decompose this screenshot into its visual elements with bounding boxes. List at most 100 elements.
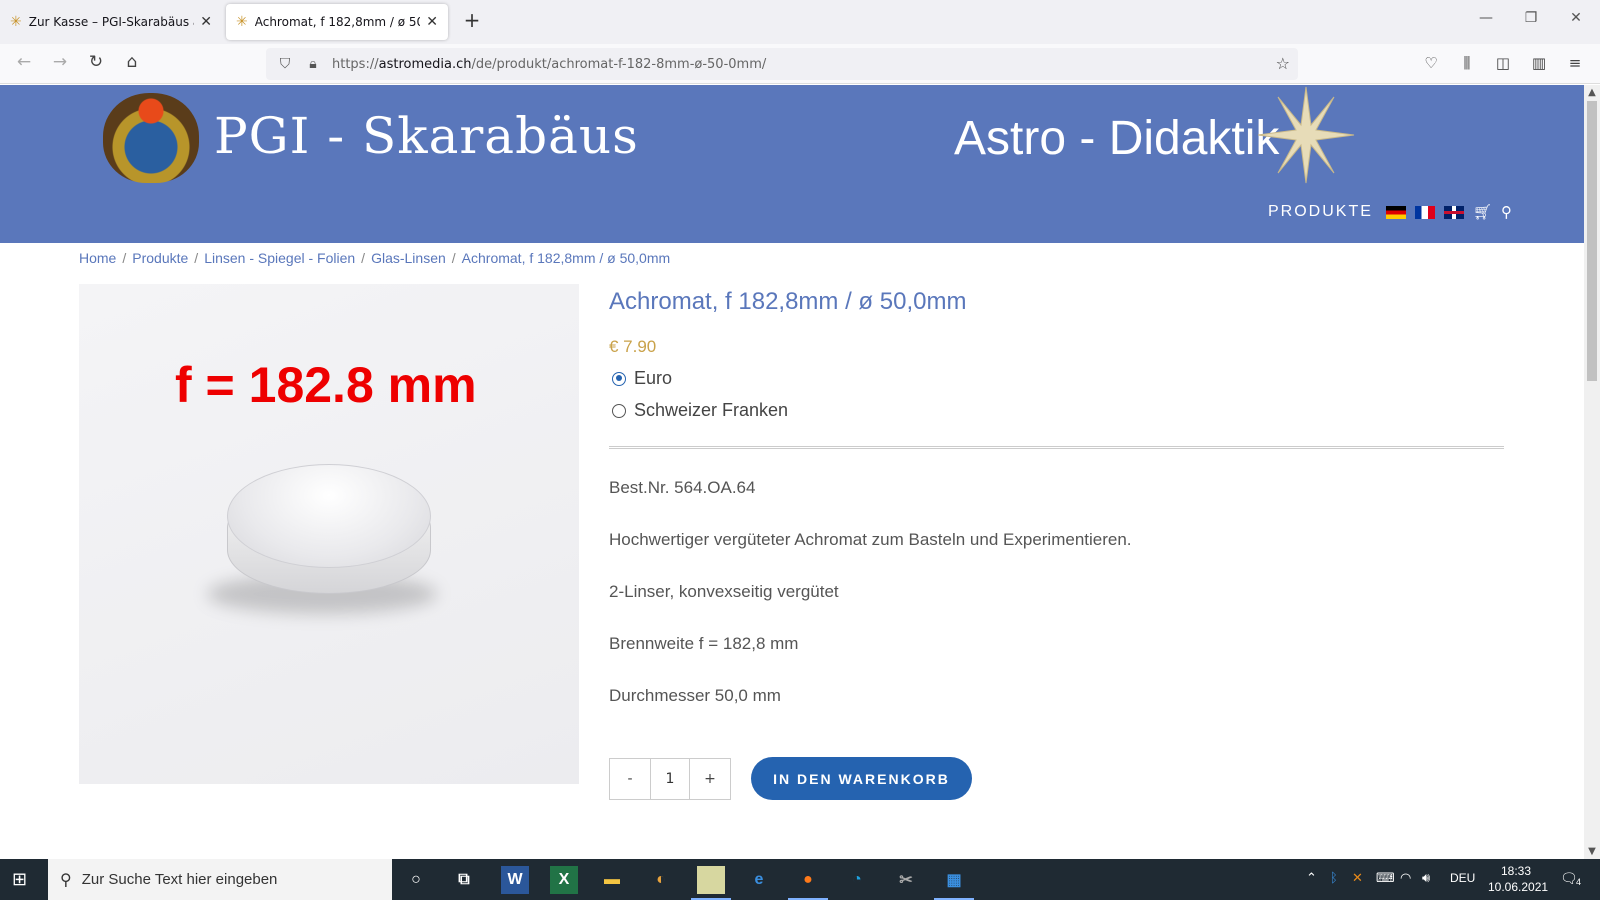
star-favicon-icon: ✳	[10, 14, 22, 30]
add-to-cart-button[interactable]: IN DEN WARENKORB	[751, 757, 972, 800]
breadcrumb-separator: /	[194, 250, 199, 266]
breadcrumb-produkte[interactable]: Produkte	[132, 250, 188, 266]
breadcrumb-current: Achromat, f 182,8mm / ø 50,0mm	[461, 250, 671, 266]
tray-app-icon[interactable]: ✕	[1352, 871, 1363, 886]
volume-icon[interactable]: 🔊︎	[1422, 871, 1430, 886]
bluetooth-icon[interactable]: ᛒ	[1330, 871, 1338, 886]
breadcrumb-separator: /	[451, 250, 456, 266]
folder-icon[interactable]: ▬	[598, 866, 626, 894]
breadcrumb-separator: /	[122, 250, 127, 266]
window-close-icon[interactable]: ✕	[1566, 10, 1586, 26]
sidebar-icon[interactable]: ◫	[1492, 54, 1514, 72]
product-price: € 7.90	[609, 337, 657, 356]
reload-icon[interactable]: ↻	[84, 52, 108, 72]
minimize-icon[interactable]: —	[1476, 10, 1496, 26]
menu-item-produkte[interactable]: PRODUKTE	[1268, 203, 1373, 221]
tab-title: Zur Kasse – PGI-Skarabäus and Astro	[28, 15, 195, 29]
shield-icon[interactable]: ⛉	[276, 56, 294, 72]
image-focal-label: f = 182.8 mm	[175, 357, 477, 413]
pocket-icon[interactable]: ♡	[1420, 54, 1442, 72]
scrollbar-thumb[interactable]	[1587, 101, 1597, 381]
order-number: Best.Nr. 564.OA.64	[609, 478, 756, 497]
excel-icon[interactable]: X	[550, 866, 578, 894]
site-logo-text[interactable]: PGI - Skarabäus	[214, 107, 639, 165]
main-menu: PRODUKTE 🛒︎ ⚲	[1268, 203, 1512, 221]
product-image[interactable]: f = 182.8 mm	[79, 284, 579, 784]
diameter: Durchmesser 50,0 mm	[609, 686, 781, 705]
lens-top	[227, 464, 431, 568]
language-indicator[interactable]: DEU	[1450, 871, 1475, 885]
cortana-icon[interactable]: ○	[402, 866, 430, 894]
breadcrumb-separator: /	[361, 250, 366, 266]
scarab-logo-icon[interactable]	[103, 93, 199, 183]
forward-icon[interactable]: →	[48, 52, 72, 72]
product-description: Hochwertiger vergüteter Achromat zum Bas…	[609, 530, 1132, 549]
tab-title: Achromat, f 182,8mm / ø 50,0mm	[254, 15, 421, 29]
tab-bar: ✳ Zur Kasse – PGI-Skarabäus and Astro ✕ …	[0, 0, 1600, 44]
french-flag-icon[interactable]	[1414, 205, 1435, 219]
uk-flag-icon[interactable]	[1443, 205, 1464, 219]
edge-icon[interactable]: ◔	[843, 866, 871, 894]
radio-unselected[interactable]	[612, 403, 626, 418]
quantity-minus-button[interactable]: -	[610, 759, 650, 799]
search-icon: ⚲	[60, 870, 72, 889]
windows-start-icon[interactable]: ⊞	[12, 869, 27, 890]
breadcrumb-home[interactable]: Home	[79, 250, 116, 266]
tab-product[interactable]: ✳ Achromat, f 182,8mm / ø 50,0mm ✕	[226, 4, 448, 40]
calculator-icon[interactable]: ▦	[934, 866, 974, 900]
star-favicon-icon: ✳	[236, 14, 248, 30]
navigation-bar: ← → ↻ ⌂ ⛉ 🔒︎ https://astromedia.ch/de/pr…	[0, 44, 1600, 84]
pgi-app-icon[interactable]	[691, 866, 731, 900]
scroll-up-icon[interactable]: ▲	[1584, 87, 1600, 98]
back-icon[interactable]: ←	[12, 52, 36, 72]
clock-time: 18:33	[1500, 864, 1532, 878]
search-icon[interactable]: ⚲	[1501, 203, 1512, 221]
quantity-plus-button[interactable]: +	[690, 759, 730, 799]
scroll-down-icon[interactable]: ▼	[1584, 846, 1600, 857]
quantity-stepper: - 1 +	[609, 758, 731, 800]
tray-chevron-icon[interactable]: ⌃	[1306, 871, 1317, 886]
plus-icon[interactable]: +	[460, 8, 484, 32]
radio-selected[interactable]	[612, 371, 626, 386]
tool-icon[interactable]: ✂	[892, 866, 920, 894]
tab-checkout[interactable]: ✳ Zur Kasse – PGI-Skarabäus and Astro ✕	[0, 4, 222, 40]
notification-count: 4	[1576, 877, 1582, 887]
breadcrumb-linsen[interactable]: Linsen - Spiegel - Folien	[204, 250, 355, 266]
currency-option-chf[interactable]: Schweizer Franken	[612, 400, 788, 421]
currency-label: Euro	[634, 368, 673, 388]
close-icon[interactable]: ✕	[426, 14, 438, 30]
menu-icon[interactable]: ≡	[1564, 54, 1586, 72]
cart-icon[interactable]: 🛒︎	[1473, 203, 1492, 221]
currency-label: Schweizer Franken	[634, 400, 789, 420]
lens-type: 2-Linser, konvexseitig vergütet	[609, 582, 839, 601]
astro-didaktik-text: Astro - Didaktik	[954, 112, 1280, 165]
taskbar-search[interactable]: ⚲ Zur Suche Text hier eingeben	[48, 859, 392, 900]
lock-icon[interactable]: 🔒︎	[304, 56, 322, 72]
close-icon[interactable]: ✕	[200, 14, 212, 30]
quantity-input[interactable]: 1	[650, 759, 690, 799]
word-icon[interactable]: W	[501, 866, 529, 894]
firefox-icon[interactable]: ●	[788, 866, 828, 900]
star-logo-icon	[1257, 86, 1355, 184]
bookmark-star-icon[interactable]: ☆	[1276, 54, 1290, 73]
german-flag-icon[interactable]	[1385, 205, 1406, 219]
taskbar-clock[interactable]: 18:33 10.06.2021	[1488, 863, 1549, 895]
windows-taskbar: ⊞ ⚲ Zur Suche Text hier eingeben ○ ⧉ W X…	[0, 859, 1600, 900]
clock-date: 10.06.2021	[1488, 880, 1549, 894]
page-scrollbar[interactable]: ▲ ▼	[1584, 85, 1600, 859]
home-icon[interactable]: ⌂	[120, 52, 144, 72]
ime-icon[interactable]: ⌨	[1376, 871, 1395, 886]
taskbar-search-placeholder: Zur Suche Text hier eingeben	[81, 871, 278, 888]
currency-option-euro[interactable]: Euro	[612, 368, 672, 389]
task-view-icon[interactable]: ⧉	[450, 866, 478, 894]
url-bar[interactable]: ⛉ 🔒︎ https://astromedia.ch/de/produkt/ac…	[266, 48, 1298, 80]
wifi-icon[interactable]: ◠	[1400, 871, 1411, 886]
library-icon[interactable]: ⫼	[1456, 54, 1478, 72]
reader-icon[interactable]: ▥	[1528, 54, 1550, 72]
divider	[609, 446, 1504, 449]
breadcrumb-glas-linsen[interactable]: Glas-Linsen	[371, 250, 446, 266]
internet-explorer-icon[interactable]: e	[745, 866, 773, 894]
app-icon[interactable]: ◐	[647, 866, 675, 894]
restore-icon[interactable]: ❐	[1521, 10, 1541, 26]
focal-length: Brennweite f = 182,8 mm	[609, 634, 799, 653]
